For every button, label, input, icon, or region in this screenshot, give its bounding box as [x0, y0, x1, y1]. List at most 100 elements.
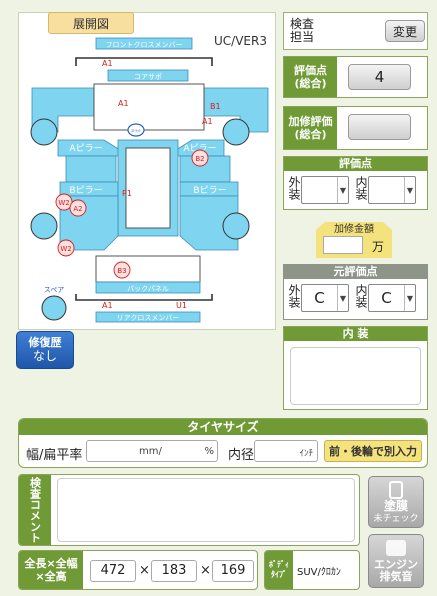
original-interior-select[interactable]: C ▼: [368, 284, 416, 312]
repair-rating-value-button[interactable]: [348, 114, 411, 140]
dimension-times-1: ×: [139, 563, 150, 578]
comment-label: 検査コメント: [19, 475, 51, 545]
repair-cost-unit: 万: [372, 240, 385, 254]
paint-check-button[interactable]: 塗膜 未チェック: [368, 476, 424, 528]
rating-label-2: (総合): [294, 77, 327, 90]
rear-left-wheel[interactable]: [30, 212, 58, 240]
tire-header: タイヤサイズ: [19, 419, 427, 435]
evaluation-header: 評価点: [284, 157, 427, 171]
repair-rating-label-1: 加修評価: [288, 114, 333, 128]
chevron-down-icon: ▼: [337, 177, 348, 203]
spare-label: スペア: [44, 286, 65, 294]
comment-textarea[interactable]: [57, 478, 355, 542]
paint-check-label-2: 未チェック: [373, 513, 419, 524]
chevron-down-icon: ▼: [404, 177, 415, 203]
rear-right-wheel[interactable]: [222, 212, 250, 240]
paint-gauge-icon: [389, 481, 403, 499]
a-pillar-left-label: Aピラー: [69, 143, 102, 154]
diagram-header-tab: 展開図: [48, 12, 134, 34]
inspector-label-2: 担当: [289, 30, 314, 44]
tire-inner-dia-unit: ｲﾝﾁ: [299, 449, 313, 459]
body-type-value[interactable]: SUV/ｸﾛｶﾝ: [297, 563, 341, 578]
dimension-height-input[interactable]: 169: [212, 560, 254, 582]
rating-label: 評価点 (総合): [284, 57, 337, 97]
original-exterior-select[interactable]: C ▼: [301, 284, 349, 312]
mark-a2: A2: [73, 205, 82, 213]
mark-w2-lower: W2: [60, 245, 71, 253]
engine-icon: [386, 540, 406, 556]
b-pillar-left-label: Bピラー: [69, 185, 102, 196]
mark-w2-upper: W2: [58, 199, 69, 207]
evaluation-exterior-label: 外装: [287, 176, 301, 200]
spare-tire[interactable]: [41, 295, 67, 321]
original-exterior-label: 外装: [287, 284, 301, 308]
tire-width-unit: mm/: [139, 446, 162, 457]
original-exterior-value: C: [314, 289, 325, 307]
front-bumper-line[interactable]: [75, 57, 213, 66]
dimension-times-2: ×: [200, 563, 211, 578]
dimension-length-input[interactable]: 472: [90, 560, 136, 582]
repair-history-button[interactable]: 修復歴 なし: [16, 331, 74, 369]
evaluation-exterior-select[interactable]: ▼: [301, 176, 349, 204]
b-pillar-right-label: Bピラー: [193, 185, 226, 196]
evaluation-interior-label: 内装: [354, 176, 368, 200]
paint-check-label-1: 塗膜: [383, 498, 408, 513]
mark-b1: B1: [210, 102, 221, 111]
front-cross-label: フロントクロスメンバー: [106, 41, 183, 49]
tire-width-ratio-input[interactable]: mm/ %: [86, 440, 218, 462]
car-diagram[interactable]: フロントクロスメンバー A1 コアサポ A1 B1 A1 ｽﾄﾗｯﾄ Aピラー …: [24, 36, 276, 328]
repair-cost-label: 加修金額: [334, 224, 374, 235]
tire-separate-button[interactable]: 前・後輪で別入力: [324, 440, 422, 462]
back-panel-label: バックパネル: [127, 285, 169, 293]
original-evaluation-header: 元評価点: [284, 265, 427, 279]
interior-header: 内 装: [284, 327, 427, 341]
rear-cross-label: リアクロスメンバー: [117, 314, 180, 322]
repair-rating-label: 加修評価 (総合): [284, 107, 337, 149]
mark-a1-top: A1: [102, 59, 113, 68]
body-type-label: ﾎﾞﾃﾞｨ ﾀｲﾌﾟ: [265, 551, 293, 589]
dimensions-label-1: 全長×全幅: [24, 556, 78, 570]
engine-exhaust-button[interactable]: エンジン 排気音: [368, 534, 424, 588]
mark-a1-bottom: A1: [102, 301, 113, 310]
interior-textarea[interactable]: [290, 347, 421, 405]
rating-value-button[interactable]: 4: [348, 64, 411, 90]
diagram-header-label: 展開図: [72, 16, 109, 31]
mark-a1-mid: A1: [118, 99, 129, 108]
front-left-wheel[interactable]: [30, 118, 58, 146]
mark-u1: U1: [176, 301, 187, 310]
mark-b3: B3: [117, 267, 126, 275]
rear-bumper-line[interactable]: [75, 294, 213, 301]
chevron-down-icon: ▼: [337, 285, 348, 311]
dimension-width-input[interactable]: 183: [151, 560, 197, 582]
evaluation-interior-select[interactable]: ▼: [368, 176, 416, 204]
mark-b2: B2: [195, 155, 204, 163]
left-door-front[interactable]: [65, 155, 117, 183]
chevron-down-icon: ▼: [404, 285, 415, 311]
mark-p1: P1: [122, 189, 132, 198]
repair-history-value: なし: [32, 349, 57, 364]
repair-cost-input[interactable]: [323, 236, 363, 254]
mark-a1-right: A1: [202, 117, 213, 126]
roof[interactable]: [125, 147, 171, 229]
dimensions-label-2: ×全高: [35, 570, 67, 583]
body-type-label-2: ﾀｲﾌﾟ: [271, 570, 287, 579]
inspector-change-button[interactable]: 変更: [385, 20, 425, 42]
tire-inner-dia-label: 内径: [228, 448, 255, 463]
dimensions-label: 全長×全幅 ×全高: [19, 551, 83, 589]
tire-inner-dia-input[interactable]: ｲﾝﾁ: [254, 440, 318, 462]
rating-label-1: 評価点: [294, 63, 327, 77]
hood[interactable]: [93, 83, 205, 131]
strut-label: ｽﾄﾗｯﾄ: [131, 128, 141, 133]
inspector-label: 検査 担当: [285, 14, 319, 48]
tire-ratio-unit: %: [204, 446, 214, 457]
original-interior-value: C: [381, 289, 392, 307]
engine-exhaust-label-2: 排気音: [379, 570, 413, 584]
repair-rating-label-2: (総合): [294, 128, 327, 141]
trunk[interactable]: [95, 255, 201, 283]
original-interior-label: 内装: [354, 284, 368, 308]
body-type-label-1: ﾎﾞﾃﾞｨ: [269, 560, 289, 570]
core-support-label: コアサポ: [134, 73, 162, 81]
tire-width-ratio-label: 幅/扁平率: [26, 448, 83, 463]
repair-history-label: 修復歴: [28, 335, 62, 349]
front-right-wheel[interactable]: [222, 118, 250, 146]
